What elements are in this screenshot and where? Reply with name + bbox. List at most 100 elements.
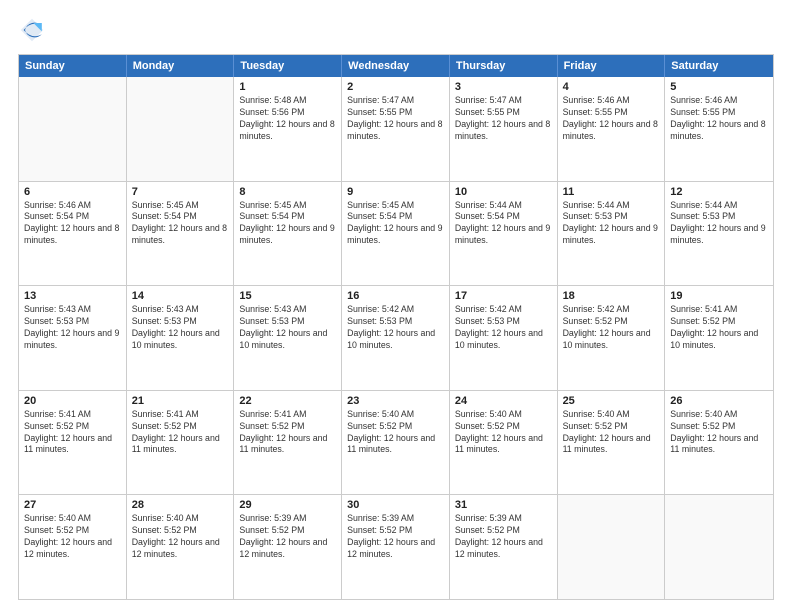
day-cell-8: 8 Sunrise: 5:45 AM Sunset: 5:54 PM Daylig… xyxy=(234,182,342,286)
day-number: 12 xyxy=(670,186,768,198)
header-day-thursday: Thursday xyxy=(450,55,558,77)
day-info: Sunrise: 5:39 AM Sunset: 5:52 PM Dayligh… xyxy=(347,513,444,561)
day-info: Sunrise: 5:42 AM Sunset: 5:53 PM Dayligh… xyxy=(455,304,552,352)
empty-cell-4-6 xyxy=(665,495,773,599)
day-cell-12: 12 Sunrise: 5:44 AM Sunset: 5:53 PM Dayli… xyxy=(665,182,773,286)
day-number: 21 xyxy=(132,395,229,407)
week-row-2: 6 Sunrise: 5:46 AM Sunset: 5:54 PM Daylig… xyxy=(19,181,773,286)
header-day-wednesday: Wednesday xyxy=(342,55,450,77)
day-info: Sunrise: 5:44 AM Sunset: 5:53 PM Dayligh… xyxy=(563,200,660,248)
day-info: Sunrise: 5:40 AM Sunset: 5:52 PM Dayligh… xyxy=(132,513,229,561)
day-cell-29: 29 Sunrise: 5:39 AM Sunset: 5:52 PM Dayli… xyxy=(234,495,342,599)
calendar-header: SundayMondayTuesdayWednesdayThursdayFrid… xyxy=(19,55,773,77)
day-info: Sunrise: 5:41 AM Sunset: 5:52 PM Dayligh… xyxy=(132,409,229,457)
day-info: Sunrise: 5:43 AM Sunset: 5:53 PM Dayligh… xyxy=(24,304,121,352)
day-info: Sunrise: 5:42 AM Sunset: 5:52 PM Dayligh… xyxy=(563,304,660,352)
day-cell-13: 13 Sunrise: 5:43 AM Sunset: 5:53 PM Dayli… xyxy=(19,286,127,390)
day-number: 31 xyxy=(455,499,552,511)
week-row-5: 27 Sunrise: 5:40 AM Sunset: 5:52 PM Dayli… xyxy=(19,494,773,599)
calendar: SundayMondayTuesdayWednesdayThursdayFrid… xyxy=(18,54,774,600)
day-number: 4 xyxy=(563,81,660,93)
day-cell-11: 11 Sunrise: 5:44 AM Sunset: 5:53 PM Dayli… xyxy=(558,182,666,286)
day-number: 13 xyxy=(24,290,121,302)
day-number: 29 xyxy=(239,499,336,511)
day-info: Sunrise: 5:45 AM Sunset: 5:54 PM Dayligh… xyxy=(347,200,444,248)
day-info: Sunrise: 5:47 AM Sunset: 5:55 PM Dayligh… xyxy=(455,95,552,143)
day-cell-22: 22Sunrise: 5:41 AM Sunset: 5:52 PM Dayli… xyxy=(234,391,342,495)
day-number: 5 xyxy=(670,81,768,93)
day-number: 26 xyxy=(670,395,768,407)
day-info: Sunrise: 5:40 AM Sunset: 5:52 PM Dayligh… xyxy=(563,409,660,457)
day-number: 9 xyxy=(347,186,444,198)
day-cell-18: 18 Sunrise: 5:42 AM Sunset: 5:52 PM Dayli… xyxy=(558,286,666,390)
day-number: 10 xyxy=(455,186,552,198)
day-cell-5: 5 Sunrise: 5:46 AM Sunset: 5:55 PM Daylig… xyxy=(665,77,773,181)
day-number: 8 xyxy=(239,186,336,198)
day-cell-16: 16 Sunrise: 5:42 AM Sunset: 5:53 PM Dayli… xyxy=(342,286,450,390)
day-info: Sunrise: 5:47 AM Sunset: 5:55 PM Dayligh… xyxy=(347,95,444,143)
day-cell-20: 20 Sunrise: 5:41 AM Sunset: 5:52 PM Dayli… xyxy=(19,391,127,495)
calendar-body: 1 Sunrise: 5:48 AM Sunset: 5:56 PM Daylig… xyxy=(19,77,773,599)
day-info: Sunrise: 5:45 AM Sunset: 5:54 PM Dayligh… xyxy=(239,200,336,248)
day-cell-7: 7Sunrise: 5:45 AM Sunset: 5:54 PM Daylig… xyxy=(127,182,235,286)
day-cell-26: 26Sunrise: 5:40 AM Sunset: 5:52 PM Dayli… xyxy=(665,391,773,495)
header-day-monday: Monday xyxy=(127,55,235,77)
day-number: 24 xyxy=(455,395,552,407)
day-number: 17 xyxy=(455,290,552,302)
day-cell-1: 1 Sunrise: 5:48 AM Sunset: 5:56 PM Daylig… xyxy=(234,77,342,181)
day-info: Sunrise: 5:48 AM Sunset: 5:56 PM Dayligh… xyxy=(239,95,336,143)
day-info: Sunrise: 5:40 AM Sunset: 5:52 PM Dayligh… xyxy=(24,513,121,561)
day-info: Sunrise: 5:43 AM Sunset: 5:53 PM Dayligh… xyxy=(132,304,229,352)
header-day-saturday: Saturday xyxy=(665,55,773,77)
day-number: 3 xyxy=(455,81,552,93)
week-row-3: 13 Sunrise: 5:43 AM Sunset: 5:53 PM Dayli… xyxy=(19,285,773,390)
day-cell-9: 9 Sunrise: 5:45 AM Sunset: 5:54 PM Daylig… xyxy=(342,182,450,286)
day-cell-17: 17 Sunrise: 5:42 AM Sunset: 5:53 PM Dayli… xyxy=(450,286,558,390)
day-number: 7 xyxy=(132,186,229,198)
week-row-1: 1 Sunrise: 5:48 AM Sunset: 5:56 PM Daylig… xyxy=(19,77,773,181)
day-number: 14 xyxy=(132,290,229,302)
day-cell-28: 28Sunrise: 5:40 AM Sunset: 5:52 PM Dayli… xyxy=(127,495,235,599)
day-cell-4: 4Sunrise: 5:46 AM Sunset: 5:55 PM Daylig… xyxy=(558,77,666,181)
day-cell-21: 21 Sunrise: 5:41 AM Sunset: 5:52 PM Dayli… xyxy=(127,391,235,495)
day-info: Sunrise: 5:46 AM Sunset: 5:55 PM Dayligh… xyxy=(670,95,768,143)
day-info: Sunrise: 5:41 AM Sunset: 5:52 PM Dayligh… xyxy=(670,304,768,352)
day-number: 6 xyxy=(24,186,121,198)
day-number: 27 xyxy=(24,499,121,511)
week-row-4: 20 Sunrise: 5:41 AM Sunset: 5:52 PM Dayli… xyxy=(19,390,773,495)
day-number: 23 xyxy=(347,395,444,407)
day-number: 30 xyxy=(347,499,444,511)
day-info: Sunrise: 5:41 AM Sunset: 5:52 PM Dayligh… xyxy=(239,409,336,457)
day-number: 2 xyxy=(347,81,444,93)
day-number: 19 xyxy=(670,290,768,302)
day-info: Sunrise: 5:43 AM Sunset: 5:53 PM Dayligh… xyxy=(239,304,336,352)
day-number: 15 xyxy=(239,290,336,302)
day-number: 25 xyxy=(563,395,660,407)
day-number: 11 xyxy=(563,186,660,198)
day-info: Sunrise: 5:44 AM Sunset: 5:54 PM Dayligh… xyxy=(455,200,552,248)
day-cell-14: 14 Sunrise: 5:43 AM Sunset: 5:53 PM Dayli… xyxy=(127,286,235,390)
day-cell-23: 23Sunrise: 5:40 AM Sunset: 5:52 PM Dayli… xyxy=(342,391,450,495)
day-info: Sunrise: 5:46 AM Sunset: 5:54 PM Dayligh… xyxy=(24,200,121,248)
day-cell-6: 6 Sunrise: 5:46 AM Sunset: 5:54 PM Daylig… xyxy=(19,182,127,286)
header-day-friday: Friday xyxy=(558,55,666,77)
day-info: Sunrise: 5:39 AM Sunset: 5:52 PM Dayligh… xyxy=(239,513,336,561)
day-cell-30: 30 Sunrise: 5:39 AM Sunset: 5:52 PM Dayli… xyxy=(342,495,450,599)
day-info: Sunrise: 5:39 AM Sunset: 5:52 PM Dayligh… xyxy=(455,513,552,561)
day-number: 1 xyxy=(239,81,336,93)
day-cell-2: 2 Sunrise: 5:47 AM Sunset: 5:55 PM Daylig… xyxy=(342,77,450,181)
day-number: 16 xyxy=(347,290,444,302)
logo xyxy=(18,16,50,44)
day-number: 18 xyxy=(563,290,660,302)
day-cell-15: 15 Sunrise: 5:43 AM Sunset: 5:53 PM Dayli… xyxy=(234,286,342,390)
day-cell-31: 31 Sunrise: 5:39 AM Sunset: 5:52 PM Dayli… xyxy=(450,495,558,599)
logo-icon xyxy=(18,16,46,44)
day-info: Sunrise: 5:41 AM Sunset: 5:52 PM Dayligh… xyxy=(24,409,121,457)
day-info: Sunrise: 5:44 AM Sunset: 5:53 PM Dayligh… xyxy=(670,200,768,248)
day-cell-19: 19 Sunrise: 5:41 AM Sunset: 5:52 PM Dayli… xyxy=(665,286,773,390)
day-cell-27: 27 Sunrise: 5:40 AM Sunset: 5:52 PM Dayli… xyxy=(19,495,127,599)
day-info: Sunrise: 5:42 AM Sunset: 5:53 PM Dayligh… xyxy=(347,304,444,352)
empty-cell-0-0 xyxy=(19,77,127,181)
day-cell-10: 10 Sunrise: 5:44 AM Sunset: 5:54 PM Dayli… xyxy=(450,182,558,286)
day-number: 20 xyxy=(24,395,121,407)
